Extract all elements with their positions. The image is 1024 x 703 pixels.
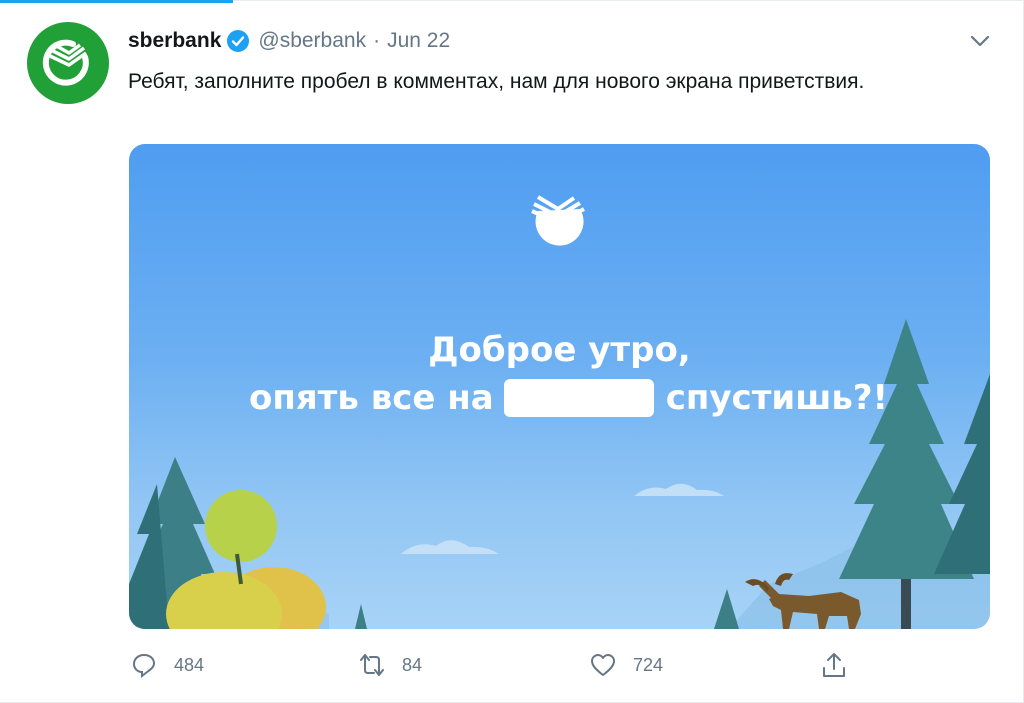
reply-count: 484: [174, 654, 205, 675]
tweet-header: sberbank @sberbank · Jun 22: [128, 27, 450, 55]
headline-line-2-start: опять все на: [249, 378, 494, 418]
like-count: 724: [633, 654, 664, 675]
display-name[interactable]: sberbank: [128, 29, 221, 53]
headline-line-2-end: спустишь?!: [665, 378, 889, 418]
active-tab-indicator: [0, 0, 233, 3]
blank-gap: [503, 379, 654, 417]
share-button[interactable]: [820, 650, 848, 680]
headline-line-1: Доброе утро,: [428, 330, 691, 370]
headline-line-2: опять все на спустишь?!: [249, 378, 888, 418]
avatar[interactable]: [27, 22, 109, 104]
separator-dot: ·: [373, 29, 381, 52]
retweet-button[interactable]: 84: [358, 650, 422, 680]
tweet-date[interactable]: Jun 22: [387, 29, 450, 53]
user-handle[interactable]: @sberbank: [258, 29, 366, 53]
chevron-down-icon[interactable]: [966, 30, 994, 52]
like-button[interactable]: 724: [589, 650, 663, 680]
sberbank-logo-icon: [531, 195, 585, 246]
retweet-count: 84: [402, 654, 423, 675]
retweet-icon: [360, 654, 384, 676]
verified-badge-icon: [227, 30, 250, 52]
heart-icon: [591, 654, 615, 676]
reply-icon: [132, 653, 156, 679]
tweet-image[interactable]: Доброе утро, опять все на спустишь?!: [129, 144, 990, 629]
sberbank-logo-icon: [42, 39, 89, 86]
share-icon: [823, 653, 845, 677]
reply-button[interactable]: 484: [130, 650, 204, 680]
tweet-actions: 484 84 724: [0, 650, 1024, 680]
tweet-text: Ребят, заполните пробел в комментах, нам…: [128, 70, 865, 93]
